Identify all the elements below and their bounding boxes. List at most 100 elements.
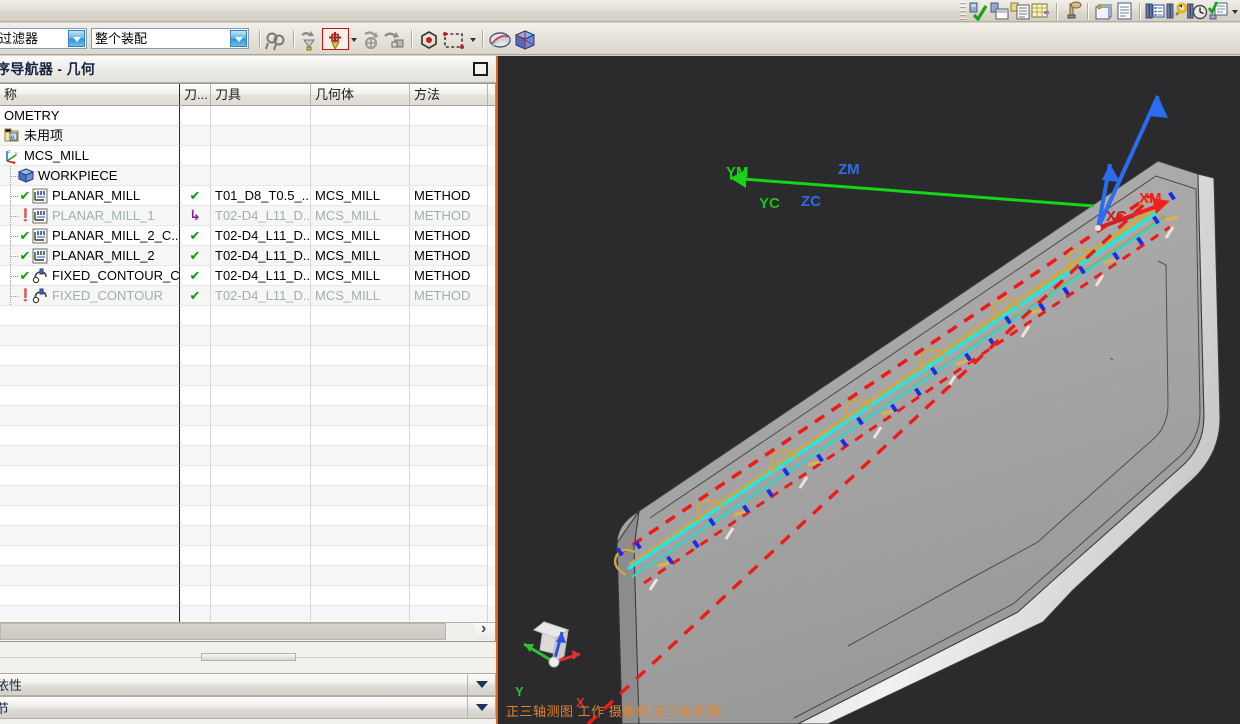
- wcs-dynamic-chevron-down-icon[interactable]: [348, 29, 359, 49]
- dock-button[interactable]: [473, 62, 488, 76]
- table-row[interactable]: z y x MCS_MILL: [0, 146, 495, 166]
- tree-item-workpiece[interactable]: WORKPIECE: [0, 166, 180, 186]
- table-row-empty[interactable]: [0, 426, 495, 446]
- find-object-icon[interactable]: [265, 29, 289, 50]
- status-complete-icon: ✔: [189, 248, 201, 263]
- cell-empty: [410, 366, 488, 386]
- wcs-dynamic-icon[interactable]: [322, 27, 349, 50]
- grid-header-method[interactable]: 方法: [410, 84, 488, 105]
- table-row[interactable]: ❗ PLANAR_MILL_1 ↳ T02-D4_L11_D... MCS_MILL ME…: [0, 206, 495, 226]
- machining-time-icon[interactable]: [1186, 1, 1208, 21]
- table-row-empty[interactable]: [0, 566, 495, 586]
- tree-item-planar-mill-1[interactable]: ❗ PLANAR_MILL_1: [0, 206, 180, 226]
- table-row[interactable]: ✔ PLANAR_MILL ✔ T01_D8_T0.5_... MCS_MILL METH…: [0, 186, 495, 206]
- view-triad[interactable]: [523, 621, 581, 668]
- operation-navigator-icon[interactable]: [1145, 1, 1166, 21]
- cell-empty: [0, 466, 180, 486]
- table-row-empty[interactable]: [0, 526, 495, 546]
- grid-header-path[interactable]: 刀...: [180, 84, 211, 105]
- scope-combobox[interactable]: 整个装配: [91, 28, 249, 49]
- cell-empty: [211, 546, 311, 566]
- table-row-empty[interactable]: [0, 366, 495, 386]
- toolbar-grip-handle[interactable]: [960, 2, 966, 20]
- cell-empty: [410, 386, 488, 406]
- cell-empty: [211, 446, 311, 466]
- post-process-icon[interactable]: [989, 1, 1010, 21]
- panel-splitter[interactable]: [0, 652, 496, 662]
- rectangle-select-chevron-down-icon[interactable]: [467, 29, 478, 49]
- details-panel[interactable]: 节: [0, 696, 496, 719]
- tree-item-ometry[interactable]: OMETRY: [0, 106, 180, 126]
- selection-toolbar: 过滤器 整个装配: [0, 23, 1240, 55]
- cell-empty: [311, 566, 410, 586]
- cell-empty: [311, 486, 410, 506]
- cell-tool: T01_D8_T0.5_...: [211, 186, 311, 206]
- graphics-viewport[interactable]: YMZMYCZCXMXC Y X Z 正三轴测图 工作 摄像机 正三轴测图: [496, 56, 1240, 724]
- filter-combobox[interactable]: 过滤器: [0, 28, 87, 49]
- table-row-empty[interactable]: [0, 306, 495, 326]
- chevron-down-icon[interactable]: [230, 30, 247, 47]
- cell-empty: [180, 326, 211, 346]
- tree-item-[interactable]: e 未用项: [0, 126, 180, 146]
- table-row[interactable]: e 未用项: [0, 126, 495, 146]
- dependencies-panel[interactable]: 依性: [0, 673, 496, 696]
- cell-geom: MCS_MILL: [311, 246, 410, 266]
- tree-item-planar-mill-2-c[interactable]: ✔ PLANAR_MILL_2_C...: [0, 226, 180, 246]
- chevron-down-icon[interactable]: [467, 674, 495, 695]
- dependencies-panel-label: 依性: [0, 678, 23, 693]
- cell-empty: [211, 466, 311, 486]
- workpiece-report-icon[interactable]: [1114, 1, 1135, 21]
- scrollbar-thumb[interactable]: [0, 623, 446, 640]
- cell-empty: [410, 506, 488, 526]
- table-row[interactable]: ✔ FIXED_CONTOUR_C... ✔ T02-D4_L11_D... MCS_M…: [0, 266, 495, 286]
- table-row[interactable]: OMETRY: [0, 106, 495, 126]
- scroll-right-button[interactable]: [475, 620, 495, 640]
- rectangle-select-icon[interactable]: [441, 29, 467, 49]
- table-row-empty[interactable]: [0, 326, 495, 346]
- horizontal-scrollbar[interactable]: [0, 620, 495, 641]
- tree-connector: [4, 246, 18, 265]
- grid-header-geom[interactable]: 几何体: [311, 84, 410, 105]
- table-row[interactable]: ✔ PLANAR_MILL_2_C... ✔ T02-D4_L11_D... MCS_M…: [0, 226, 495, 246]
- tool-path-simulate-icon[interactable]: [1062, 1, 1083, 21]
- table-row[interactable]: ❗ FIXED_CONTOUR ✔ T02-D4_L11_D... MCS_MILL ME…: [0, 286, 495, 306]
- render-style-icon[interactable]: [513, 29, 538, 50]
- wcs-rotate-icon[interactable]: [359, 29, 383, 49]
- section-view-icon[interactable]: [488, 29, 513, 49]
- tree-item-fixed-contour-c[interactable]: ✔ FIXED_CONTOUR_C...: [0, 266, 180, 286]
- toolbar-overflow-chevron-down-icon[interactable]: [1229, 1, 1240, 21]
- wcs-orient-icon[interactable]: [383, 29, 407, 49]
- chevron-down-icon[interactable]: [68, 30, 85, 47]
- create-program-icon[interactable]: [1093, 1, 1114, 21]
- move-object-icon[interactable]: [299, 29, 323, 50]
- table-row-empty[interactable]: [0, 346, 495, 366]
- table-row-empty[interactable]: [0, 546, 495, 566]
- operation-tree-grid: 称刀... 刀具 几何体 方法 OMETRY e 未用项 z y x MCS_MILL WORKPI…: [0, 83, 496, 642]
- point-snap-icon[interactable]: [417, 29, 441, 49]
- table-row-empty[interactable]: [0, 506, 495, 526]
- machine-tool-view-icon[interactable]: [1166, 1, 1188, 21]
- output-cls-file-icon[interactable]: [1031, 1, 1052, 21]
- shop-documentation-icon[interactable]: [1010, 1, 1031, 21]
- table-row[interactable]: WORKPIECE: [0, 166, 495, 186]
- cell-empty: [0, 306, 180, 326]
- cell-empty: [311, 446, 410, 466]
- grid-header-tool[interactable]: 刀具: [211, 84, 311, 105]
- confirm-toolpath-icon[interactable]: [1207, 1, 1229, 21]
- table-row-empty[interactable]: [0, 586, 495, 606]
- table-row-empty[interactable]: [0, 386, 495, 406]
- table-row-empty[interactable]: [0, 446, 495, 466]
- grid-header-name[interactable]: 称: [0, 84, 180, 105]
- tree-item-planar-mill[interactable]: ✔ PLANAR_MILL: [0, 186, 180, 206]
- tree-item-fixed-contour[interactable]: ❗ FIXED_CONTOUR: [0, 286, 180, 306]
- verify-toolpath-icon[interactable]: [968, 1, 989, 22]
- cell-empty: [180, 426, 211, 446]
- chevron-down-icon[interactable]: [467, 697, 495, 718]
- table-row[interactable]: ✔ PLANAR_MILL_2 ✔ T02-D4_L11_D... MCS_MILL ME…: [0, 246, 495, 266]
- table-row-empty[interactable]: [0, 406, 495, 426]
- table-row-empty[interactable]: [0, 466, 495, 486]
- splitter-grip[interactable]: [200, 653, 296, 661]
- tree-item-mcs-mill[interactable]: z y x MCS_MILL: [0, 146, 180, 166]
- table-row-empty[interactable]: [0, 486, 495, 506]
- tree-item-planar-mill-2[interactable]: ✔ PLANAR_MILL_2: [0, 246, 180, 266]
